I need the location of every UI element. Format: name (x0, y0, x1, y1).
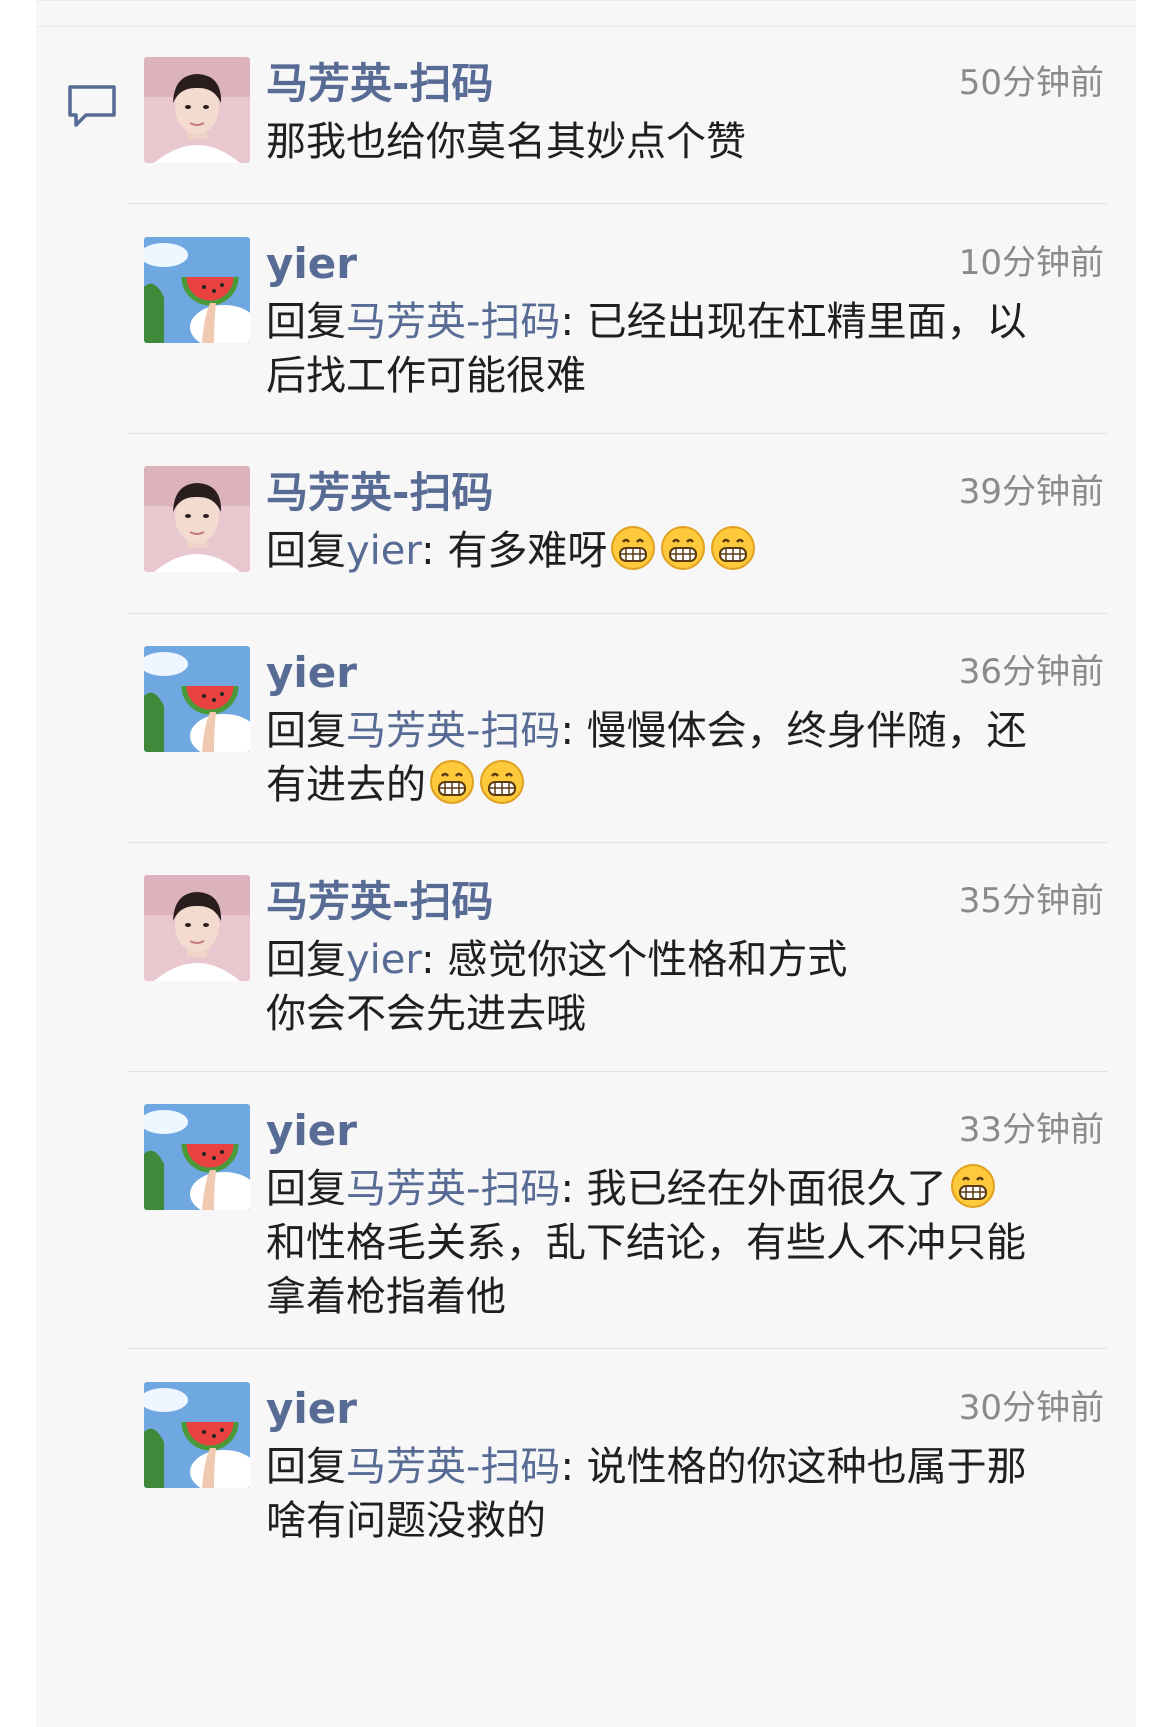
avatar[interactable] (144, 646, 250, 752)
comment-line: 回复马芳英-扫码: 慢慢体会，终身伴随，还 (266, 704, 1126, 758)
comments-panel: 马芳英-扫码 50分钟前 那我也给你莫名其妙点个赞 yier 10分钟前 回复马… (36, 0, 1136, 1727)
reply-mention[interactable]: 马芳英-扫码 (346, 1166, 560, 1212)
comment-text: 那我也给你莫名其妙点个赞 (266, 115, 1126, 169)
avatar[interactable] (144, 1104, 250, 1210)
reply-prefix: 回复 (266, 299, 346, 345)
avatar[interactable] (144, 466, 250, 572)
reply-colon: : (560, 1166, 574, 1212)
comment-username[interactable]: 马芳英-扫码 (266, 466, 493, 520)
comment-divider (128, 613, 1108, 614)
comment-username[interactable]: yier (266, 646, 357, 700)
reply-colon: : (421, 937, 435, 983)
comment-line: 后找工作可能很难 (266, 353, 586, 399)
pink-portrait-avatar-image (144, 57, 250, 163)
comment-text: 回复马芳英-扫码: 已经出现在杠精里面，以 后找工作可能很难 (266, 295, 1126, 403)
comment-time: 39分钟前 (958, 472, 1104, 512)
avatar[interactable] (144, 1382, 250, 1488)
comment-username[interactable]: 马芳英-扫码 (266, 57, 493, 111)
grinning-emoji-icon (950, 1164, 995, 1208)
reply-prefix: 回复 (266, 937, 346, 983)
comment-line: 那我也给你莫名其妙点个赞 (266, 119, 746, 165)
comment-time: 10分钟前 (958, 243, 1104, 283)
comment-text: 回复yier: 有多难呀 (266, 524, 1126, 578)
comment-line: 和性格毛关系，乱下结论，有些人不冲只能 (266, 1220, 1026, 1266)
comment-time: 35分钟前 (958, 881, 1104, 921)
comment-line: 你会不会先进去哦 (266, 991, 586, 1037)
comment-line: 啥有问题没救的 (266, 1498, 546, 1544)
grinning-emoji-icon (661, 526, 706, 570)
comment-divider (128, 1071, 1108, 1072)
top-divider (36, 26, 1136, 27)
comment-text: 回复马芳英-扫码: 我已经在外面很久了 和性格毛关系，乱下结论，有些人不冲只能 … (266, 1162, 1126, 1324)
reply-prefix: 回复 (266, 708, 346, 754)
comment-line-text: 感觉你这个性格和方式 (434, 937, 848, 983)
reply-mention[interactable]: 马芳英-扫码 (346, 708, 560, 754)
comment-line: 有进去的 (266, 758, 1126, 812)
comment-divider (128, 433, 1108, 434)
comment-line-text: 说性格的你这种也属于那 (573, 1444, 1027, 1490)
pink-portrait-avatar-image (144, 466, 250, 572)
avatar[interactable] (144, 237, 250, 343)
comment-time: 30分钟前 (958, 1388, 1104, 1428)
pink-portrait-avatar-image (144, 875, 250, 981)
avatar[interactable] (144, 57, 250, 163)
comment-line: 回复马芳英-扫码: 已经出现在杠精里面，以 (266, 295, 1126, 349)
comment-username[interactable]: yier (266, 237, 357, 291)
reply-colon: : (421, 528, 435, 574)
grinning-emoji-icon (480, 760, 524, 804)
comment-line: 回复yier: 感觉你这个性格和方式 (266, 933, 1126, 987)
reply-mention[interactable]: 马芳英-扫码 (346, 299, 560, 345)
comment-divider (128, 1348, 1108, 1349)
comment-text: 回复马芳英-扫码: 慢慢体会，终身伴随，还 有进去的 (266, 704, 1126, 812)
comment-line: 回复马芳英-扫码: 说性格的你这种也属于那 (266, 1440, 1126, 1494)
comment-line: 拿着枪指着他 (266, 1274, 506, 1320)
comment-divider (128, 203, 1108, 204)
watermelon-sky-avatar-image (144, 237, 250, 343)
comment-line: 回复yier: 有多难呀 (266, 524, 1126, 578)
grinning-emoji-icon (430, 760, 474, 804)
comment-text: 回复马芳英-扫码: 说性格的你这种也属于那 啥有问题没救的 (266, 1440, 1126, 1548)
reply-colon: : (560, 299, 574, 345)
comment-username[interactable]: 马芳英-扫码 (266, 875, 493, 929)
watermelon-sky-avatar-image (144, 646, 250, 752)
comment-time: 50分钟前 (958, 63, 1104, 103)
grinning-emoji-icon (611, 526, 656, 570)
comment-username[interactable]: yier (266, 1382, 357, 1436)
comment-text: 回复yier: 感觉你这个性格和方式 你会不会先进去哦 (266, 933, 1126, 1041)
speech-bubble-icon (68, 85, 116, 127)
reply-colon: : (560, 1444, 574, 1490)
reply-colon: : (560, 708, 574, 754)
watermelon-sky-avatar-image (144, 1104, 250, 1210)
comment-time: 33分钟前 (958, 1110, 1104, 1150)
reply-prefix: 回复 (266, 528, 346, 574)
avatar[interactable] (144, 875, 250, 981)
comment-line-text: 有进去的 (266, 762, 426, 808)
comment-username[interactable]: yier (266, 1104, 357, 1158)
grinning-emoji-icon (711, 526, 756, 570)
reply-prefix: 回复 (266, 1444, 346, 1490)
reply-mention[interactable]: yier (346, 937, 421, 983)
reply-prefix: 回复 (266, 1166, 346, 1212)
comment-divider (128, 842, 1108, 843)
comment-line-text: 慢慢体会，终身伴随，还 (573, 708, 1027, 754)
comment-line-text: 我已经在外面很久了 (573, 1166, 947, 1212)
comment-line-text: 有多难呀 (434, 528, 608, 574)
comment-line: 回复马芳英-扫码: 我已经在外面很久了 (266, 1162, 1126, 1216)
reply-mention[interactable]: yier (346, 528, 421, 574)
comment-time: 36分钟前 (958, 652, 1104, 692)
comment-line-text: 已经出现在杠精里面，以 (573, 299, 1027, 345)
watermelon-sky-avatar-image (144, 1382, 250, 1488)
reply-mention[interactable]: 马芳英-扫码 (346, 1444, 560, 1490)
